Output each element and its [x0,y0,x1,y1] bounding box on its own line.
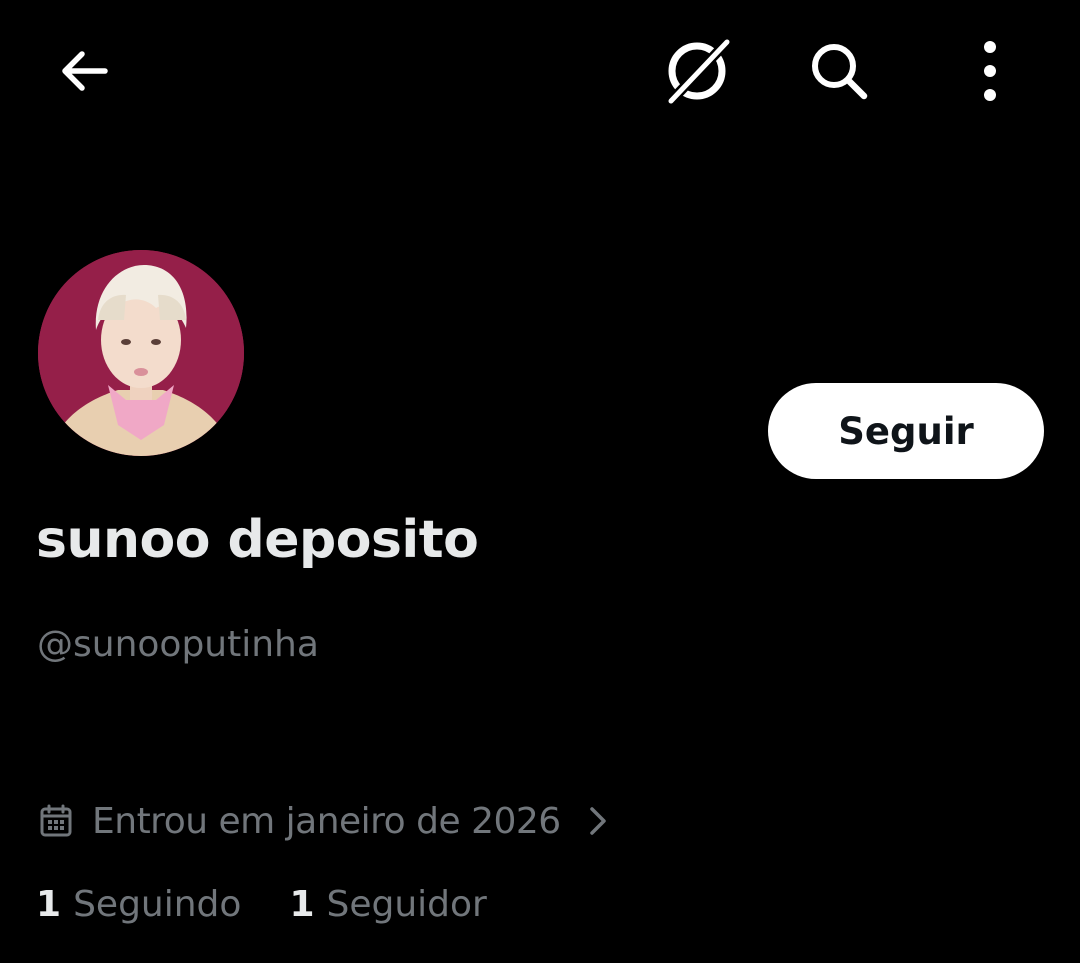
calendar-icon [38,803,74,839]
joined-date[interactable]: Entrou em janeiro de 2026 [38,796,613,846]
followers-label: Seguidor [326,884,487,925]
grok-icon [666,37,732,106]
following-count: 1 [36,884,62,925]
following-label: Seguindo [73,884,242,925]
search-icon [812,44,868,100]
arrow-left-icon [62,51,108,91]
following-stat[interactable]: 1 Seguindo [36,884,241,925]
username-handle: @sunooputinha [37,624,319,665]
more-vertical-icon [984,41,996,101]
follow-stats: 1 Seguindo 1 Seguidor [36,884,487,925]
joined-date-text: Entrou em janeiro de 2026 [92,800,561,842]
grok-button[interactable] [652,26,742,116]
followers-stat[interactable]: 1 Seguidor [289,884,486,925]
followers-count: 1 [289,884,315,925]
search-button[interactable] [794,26,884,116]
back-button[interactable] [40,26,130,116]
avatar[interactable] [38,250,244,456]
chevron-right-icon [583,803,613,839]
more-options-button[interactable] [945,26,1035,116]
display-name: sunoo deposito [36,510,479,570]
avatar-portrait [38,250,244,456]
top-app-bar [0,0,1080,140]
follow-button[interactable]: Seguir [768,383,1044,479]
